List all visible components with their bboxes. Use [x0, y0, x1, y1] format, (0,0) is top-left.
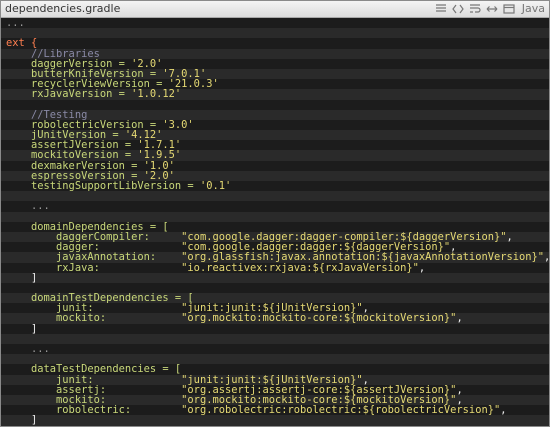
- expand-icon[interactable]: [486, 3, 498, 15]
- code-line: robolectric: "org.robolectric:robolectri…: [1, 405, 549, 415]
- lines-icon[interactable]: [435, 3, 447, 15]
- code-line: testingSupportLibVersion = '0.1': [1, 181, 549, 191]
- code-token: '0.1': [199, 180, 232, 192]
- code-line: [1, 28, 549, 39]
- code-token: ...: [6, 200, 50, 213]
- file-name: dependencies.gradle: [5, 2, 121, 15]
- code-line: ...: [1, 18, 549, 28]
- code-token: ]: [6, 322, 38, 335]
- code-token: "io.reactivex:rxjava:${rxJavaVersion}": [181, 261, 419, 274]
- code-token: "org.robolectric:robolectric:${robolectr…: [181, 404, 501, 417]
- code-token: ]: [6, 271, 38, 284]
- code-token: testingSupportLibVersion =: [6, 180, 200, 192]
- code-area[interactable]: ... ext { //Libraries daggerVersion = '2.…: [1, 18, 550, 426]
- code-token: ...: [6, 343, 50, 355]
- code-window: dependencies.gradle Java ... ext { //Libr…: [0, 0, 550, 427]
- code-icon[interactable]: [452, 3, 464, 15]
- code-token: ,: [506, 230, 513, 243]
- code-line: ...: [1, 344, 549, 354]
- code-token: ...: [6, 17, 25, 29]
- code-token: ,: [456, 312, 463, 325]
- language-label: Java: [521, 2, 545, 15]
- code-line: ...: [1, 200, 549, 213]
- code-line: ]: [1, 415, 549, 426]
- code-line: [1, 333, 549, 344]
- title-bar: dependencies.gradle Java: [1, 1, 549, 18]
- code-token: '3.0': [162, 118, 194, 131]
- wrap-icon[interactable]: [469, 3, 481, 15]
- code-token: '1.0.12': [131, 88, 182, 101]
- code-line: ]: [1, 271, 549, 284]
- code-line: ]: [1, 322, 549, 335]
- code-token: ,: [500, 404, 507, 417]
- window-icon[interactable]: [503, 3, 515, 15]
- code-line: rxJava: "io.reactivex:rxjava:${rxJavaVer…: [1, 261, 549, 274]
- code-line: mockito: "org.mockito:mockito-core:${moc…: [1, 312, 549, 325]
- code-token: "org.mockito:mockito-core:${mockitoVersi…: [181, 312, 457, 325]
- code-token: ,: [418, 261, 426, 274]
- code-line: [1, 191, 549, 202]
- toolbar: Java: [435, 1, 545, 17]
- code-token: ,: [544, 251, 550, 264]
- code-token: rxJavaVersion =: [6, 88, 132, 101]
- code-line: rxJavaVersion = '1.0.12': [1, 88, 549, 101]
